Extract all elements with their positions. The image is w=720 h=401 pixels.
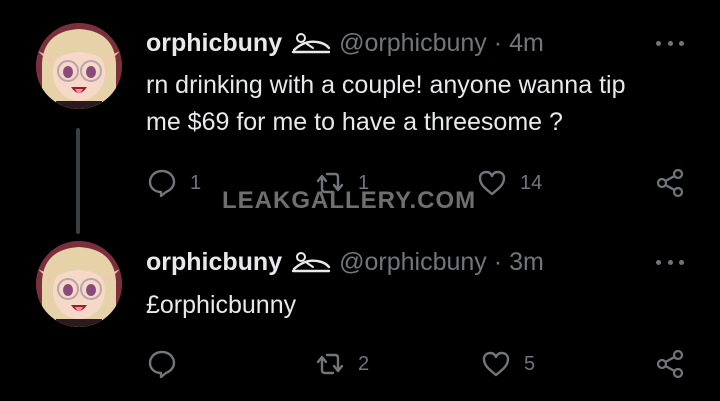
- reply-count: 1: [190, 171, 202, 194]
- avatar[interactable]: [36, 241, 122, 327]
- tweet-text-line: me $69 for me to have a threesome ?: [146, 108, 563, 136]
- tweet-header: orphicbuny @orphicbuny · 4m: [146, 26, 544, 60]
- share-button[interactable]: [654, 165, 686, 201]
- reply-button[interactable]: [146, 346, 178, 382]
- handle[interactable]: @orphicbuny: [339, 29, 487, 58]
- separator-dot: ·: [493, 247, 503, 276]
- share-icon: [654, 348, 686, 380]
- reclining-figure-emoji-icon: [291, 32, 331, 54]
- thread-line: [76, 128, 80, 234]
- more-options-icon[interactable]: [656, 257, 684, 267]
- like-button[interactable]: 14: [476, 165, 542, 201]
- separator-dot: ·: [493, 28, 503, 57]
- more-options-icon[interactable]: [656, 38, 684, 48]
- display-name[interactable]: orphicbuny: [146, 29, 282, 58]
- reply-icon: [146, 167, 178, 199]
- tweet-text-line: rn drinking with a couple! anyone wanna …: [146, 71, 626, 99]
- timestamp[interactable]: 3m: [509, 248, 544, 277]
- share-button[interactable]: [654, 346, 686, 382]
- tweet-2[interactable]: orphicbuny @orphicbuny · 3m £orphicbunny: [0, 235, 720, 401]
- handle[interactable]: @orphicbuny: [339, 248, 487, 277]
- timestamp[interactable]: 4m: [509, 29, 544, 58]
- tweet-text-line: £orphicbunny: [146, 291, 297, 319]
- share-icon: [654, 167, 686, 199]
- like-count: 5: [524, 352, 536, 375]
- heart-icon: [476, 167, 508, 199]
- retweet-icon: [314, 348, 346, 380]
- retweet-button[interactable]: 2: [314, 346, 369, 382]
- like-count: 14: [520, 171, 543, 194]
- reclining-figure-emoji-icon: [291, 251, 331, 273]
- reply-icon: [146, 348, 178, 380]
- like-button[interactable]: 5: [480, 346, 535, 382]
- reply-button[interactable]: 1: [146, 165, 201, 201]
- tweet-text: rn drinking with a couple! anyone wanna …: [146, 67, 706, 141]
- tweet-actions: 2 5: [146, 346, 691, 382]
- display-name[interactable]: orphicbuny: [146, 248, 282, 277]
- tweet-text: £orphicbunny: [146, 287, 706, 324]
- tweet-header: orphicbuny @orphicbuny · 3m: [146, 245, 544, 279]
- retweet-count: 2: [358, 352, 370, 375]
- watermark: LEAKGALLERY.COM: [222, 187, 477, 214]
- heart-icon: [480, 348, 512, 380]
- avatar[interactable]: [36, 23, 122, 109]
